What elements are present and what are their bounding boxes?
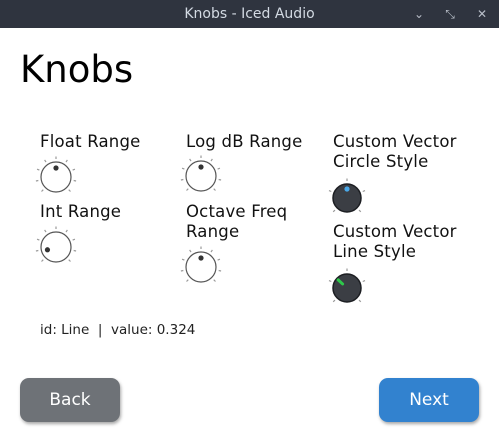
knob-tick (217, 258, 221, 261)
int-range-knob[interactable] (34, 225, 78, 269)
knob-notch (53, 165, 59, 171)
knob-tick (213, 188, 216, 191)
knob-tick (186, 188, 189, 191)
knob-label-custom-vector-line: Custom Vector Line Style (333, 222, 457, 261)
knob-tick (68, 259, 71, 262)
knob-tick (358, 299, 362, 303)
knob-tick (362, 189, 366, 193)
maximize-icon[interactable]: ⤡ (440, 4, 460, 24)
knob-tick (72, 168, 76, 171)
knob-tick (332, 209, 336, 213)
knob-tick (44, 159, 47, 163)
knob-tick (328, 279, 332, 283)
knob-body (332, 273, 362, 303)
knob-label-custom-vector-circle: Custom Vector Circle Style (333, 132, 457, 171)
knob-tick (213, 279, 216, 282)
knob-tick (41, 189, 44, 192)
knob-label-log-db-range: Log dB Range (186, 132, 303, 151)
knob-tick (362, 279, 366, 283)
window-titlebar[interactable]: Knobs - Iced Audio ⌄ ⤡ ✕ (0, 0, 499, 28)
next-button[interactable]: Next (379, 378, 479, 422)
knob-body (40, 231, 72, 263)
knob-tick (36, 168, 40, 171)
knob-tick (189, 249, 192, 253)
knob-tick (36, 238, 40, 241)
octave-freq-range-knob[interactable] (179, 245, 223, 289)
knob-tick (358, 209, 362, 213)
close-icon[interactable]: ✕ (472, 4, 492, 24)
log-db-range-knob[interactable] (179, 154, 223, 198)
custom-vector-circle-knob[interactable] (325, 176, 369, 220)
page-title: Knobs (20, 48, 134, 91)
knob-tick (210, 249, 213, 253)
knob-notch (344, 186, 350, 192)
knob-tick (186, 279, 189, 282)
knob-notch (198, 255, 204, 261)
knob-notch (198, 164, 204, 170)
back-button[interactable]: Back (20, 378, 120, 422)
knob-tick (65, 159, 68, 163)
knob-label-float-range: Float Range (40, 132, 141, 151)
knob-tick (41, 259, 44, 262)
knob-label-octave-freq-range: Octave Freq Range (186, 202, 288, 241)
status-text: id: Line | value: 0.324 (40, 322, 196, 338)
float-range-knob[interactable] (34, 155, 78, 199)
knob-label-int-range: Int Range (40, 202, 122, 221)
knob-tick (328, 189, 332, 193)
knob-tick (65, 229, 68, 233)
knob-tick (44, 229, 47, 233)
knob-tick (217, 167, 221, 170)
knob-tick (189, 158, 192, 162)
knob-notch (44, 247, 51, 253)
knob-tick (332, 299, 336, 303)
knob-tick (181, 167, 185, 170)
custom-vector-line-knob[interactable] (325, 266, 369, 310)
minimize-icon[interactable]: ⌄ (409, 4, 429, 24)
knob-tick (72, 238, 76, 241)
knob-tick (210, 158, 213, 162)
knob-tick (68, 189, 71, 192)
knob-tick (181, 258, 185, 261)
